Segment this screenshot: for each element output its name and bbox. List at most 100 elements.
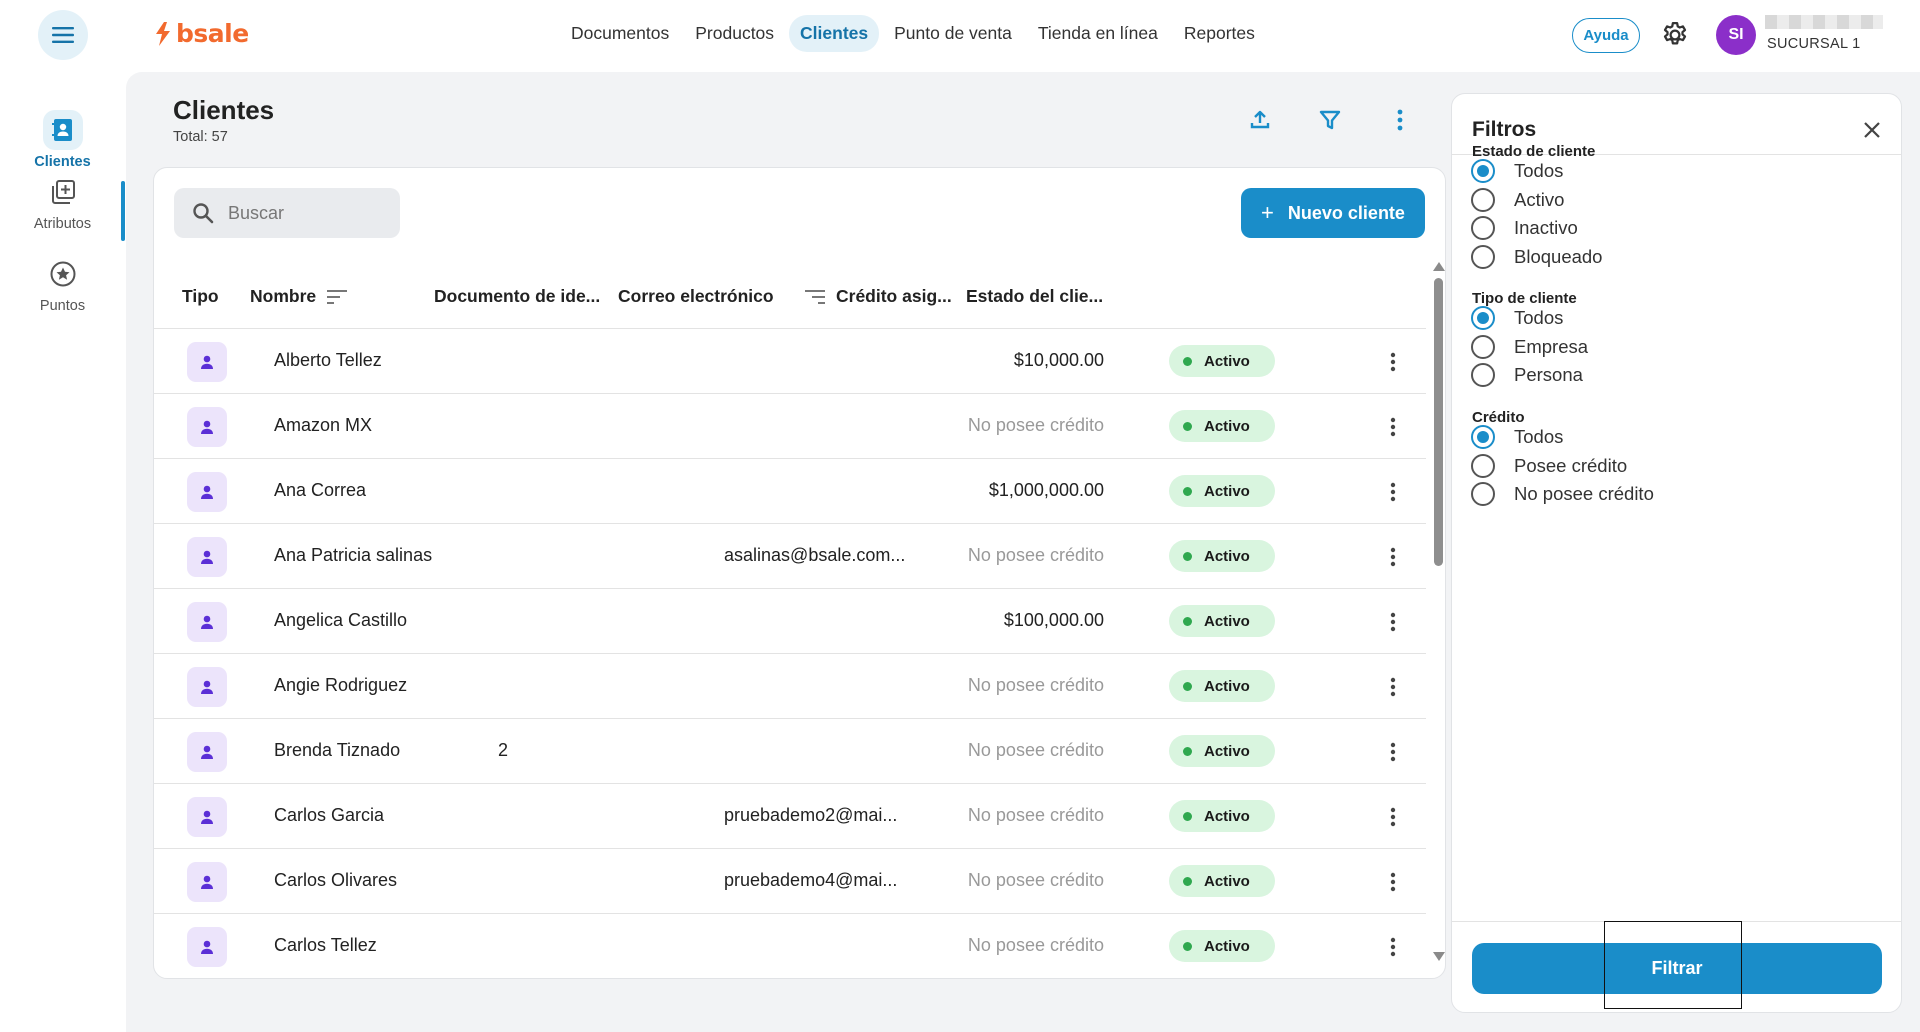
main-nav: Documentos Productos Clientes Punto de v… [560, 15, 1266, 52]
column-header-estado[interactable]: Estado del clie... [966, 286, 1103, 307]
column-header-documento[interactable]: Documento de ide... [434, 286, 600, 307]
row-actions-button[interactable] [1378, 932, 1408, 962]
new-client-button[interactable]: + Nuevo cliente [1241, 188, 1425, 238]
row-actions-button[interactable] [1378, 542, 1408, 572]
column-label: Estado del clie... [966, 286, 1104, 306]
gear-icon[interactable] [1660, 20, 1690, 50]
client-name[interactable]: Angie Rodriguez [274, 675, 407, 696]
radio-button[interactable] [1471, 159, 1495, 183]
row-actions-button[interactable] [1378, 347, 1408, 377]
row-actions-button[interactable] [1378, 802, 1408, 832]
brand-logo[interactable]: bsale [153, 19, 249, 48]
filter-radio-option[interactable]: Bloqueado [1471, 245, 1602, 270]
hamburger-icon [52, 27, 74, 43]
radio-button[interactable] [1471, 363, 1495, 388]
sort-icon[interactable] [326, 289, 348, 305]
nav-productos[interactable]: Productos [684, 15, 785, 52]
client-name[interactable]: Ana Patricia salinas [274, 545, 432, 566]
radio-button[interactable] [1471, 425, 1495, 449]
filter-radio-option[interactable]: Todos [1471, 425, 1563, 449]
table-row[interactable]: Angie Rodriguez No posee crédito Activo [154, 654, 1426, 719]
avatar[interactable]: SI [1716, 15, 1756, 55]
nav-clientes[interactable]: Clientes [789, 15, 880, 52]
radio-button[interactable] [1471, 216, 1495, 241]
table-row[interactable]: Carlos Tellez No posee crédito Activo [154, 914, 1426, 978]
table-row[interactable]: Ana Correa $1,000,000.00 Activo [154, 459, 1426, 524]
close-filters-button[interactable] [1856, 114, 1888, 146]
table-row[interactable]: Brenda Tiznado 2 No posee crédito Activo [154, 719, 1426, 784]
radio-button[interactable] [1471, 245, 1495, 270]
status-dot [1183, 876, 1192, 886]
table-row[interactable]: Ana Patricia salinas asalinas@bsale.com..… [154, 524, 1426, 589]
client-name[interactable]: Carlos Tellez [274, 935, 377, 956]
radio-button[interactable] [1471, 334, 1495, 359]
export-button[interactable] [1244, 104, 1276, 136]
radio-label: Activo [1514, 188, 1565, 210]
scroll-up-arrow[interactable] [1433, 262, 1445, 271]
table-row[interactable]: Carlos Olivares pruebademo4@mai... No pose… [154, 849, 1426, 914]
column-header-nombre[interactable]: Nombre [250, 286, 348, 307]
client-name[interactable]: Carlos Garcia [274, 805, 384, 826]
sort-icon[interactable] [804, 289, 826, 305]
scroll-down-arrow[interactable] [1433, 952, 1445, 961]
table-row[interactable]: Angelica Castillo $100,000.00 Activo [154, 589, 1426, 654]
branch-label[interactable]: SUCURSAL 1 [1767, 36, 1861, 52]
radio-button[interactable] [1471, 187, 1495, 212]
sidebar-item-puntos[interactable]: Puntos [0, 254, 125, 314]
search-box[interactable] [174, 188, 400, 238]
nav-reportes[interactable]: Reportes [1173, 15, 1266, 52]
help-button[interactable]: Ayuda [1572, 18, 1640, 53]
column-header-correo[interactable]: Correo electrónico [618, 286, 774, 307]
status-label: Activo [1204, 677, 1250, 695]
nav-punto-de-venta[interactable]: Punto de venta [883, 15, 1023, 52]
row-actions-button[interactable] [1378, 607, 1408, 637]
status-dot [1183, 811, 1192, 821]
row-actions-button[interactable] [1378, 867, 1408, 897]
filter-radio-option[interactable]: No posee crédito [1471, 482, 1654, 507]
radio-label: Todos [1514, 307, 1564, 328]
client-name[interactable]: Alberto Tellez [274, 350, 382, 371]
sidebar-item-label: Atributos [33, 216, 92, 232]
client-name[interactable]: Amazon MX [274, 415, 372, 436]
radio-button[interactable] [1471, 453, 1495, 478]
filter-radio-option[interactable]: Empresa [1471, 334, 1588, 359]
row-actions-button[interactable] [1378, 412, 1408, 442]
sidebar-item-clientes[interactable]: Clientes [0, 110, 125, 170]
filter-radio-option[interactable]: Posee crédito [1471, 453, 1627, 478]
filter-radio-option[interactable]: Persona [1471, 363, 1583, 388]
more-options-button[interactable] [1384, 104, 1416, 136]
table-row[interactable]: Carlos Garcia pruebademo2@mai... No posee … [154, 784, 1426, 849]
row-actions-button[interactable] [1378, 737, 1408, 767]
top-bar: bsale Documentos Productos Clientes Punt… [0, 0, 1920, 70]
client-credit: $100,000.00 [1003, 610, 1104, 630]
kebab-icon [1397, 109, 1403, 131]
nav-documentos[interactable]: Documentos [560, 15, 680, 52]
nav-tienda-en-linea[interactable]: Tienda en línea [1027, 15, 1169, 52]
column-header-credito[interactable]: Crédito asig... [804, 286, 952, 307]
table-row[interactable]: Alberto Tellez $10,000.00 Activo [154, 329, 1426, 394]
filter-radio-option[interactable]: Inactivo [1471, 216, 1578, 241]
table-scrollbar[interactable] [1431, 262, 1445, 962]
status-label: Activo [1204, 807, 1250, 825]
client-name[interactable]: Ana Correa [274, 480, 366, 501]
client-name[interactable]: Carlos Olivares [274, 870, 397, 891]
person-icon [187, 862, 227, 902]
filter-radio-option[interactable]: Activo [1471, 187, 1565, 212]
status-dot [1183, 941, 1192, 951]
filter-radio-option[interactable]: Todos [1471, 159, 1563, 183]
row-actions-button[interactable] [1378, 672, 1408, 702]
client-name[interactable]: Brenda Tiznado [274, 740, 400, 761]
radio-button[interactable] [1471, 306, 1495, 330]
filter-button[interactable] [1314, 104, 1346, 136]
client-name[interactable]: Angelica Castillo [274, 610, 407, 631]
scroll-thumb[interactable] [1434, 278, 1443, 566]
table-row[interactable]: Amazon MX No posee crédito Activo [154, 394, 1426, 459]
filter-radio-option[interactable]: Todos [1471, 306, 1563, 330]
row-actions-button[interactable] [1378, 477, 1408, 507]
radio-button[interactable] [1471, 482, 1495, 507]
table-body: Alberto Tellez $10,000.00 Activo Amazon MX N… [154, 329, 1426, 978]
sidebar: Clientes Atributos Puntos [0, 70, 125, 1032]
menu-button[interactable] [38, 10, 88, 60]
sidebar-item-atributos[interactable]: Atributos [0, 172, 125, 232]
search-input[interactable] [228, 202, 378, 224]
